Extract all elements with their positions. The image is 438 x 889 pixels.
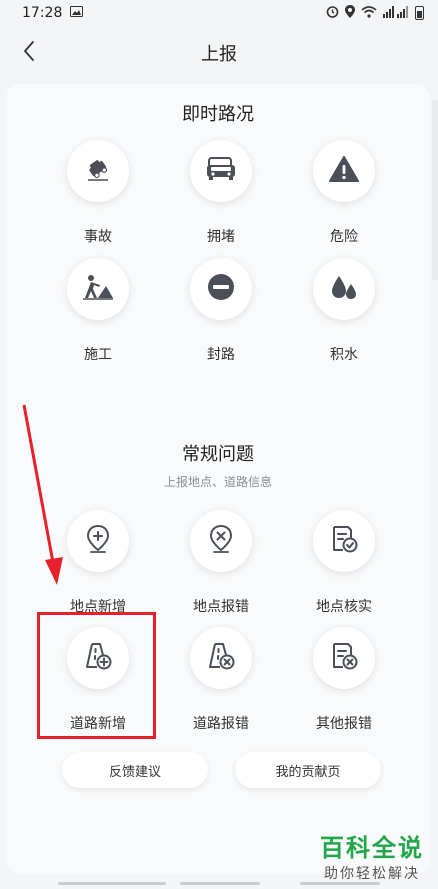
location-icon — [345, 5, 355, 21]
road-error-label: 道路报错 — [193, 716, 249, 732]
location-error-icon — [208, 524, 234, 558]
chevron-left-icon — [22, 40, 36, 66]
header: 上报 — [0, 26, 438, 80]
add-location-circle — [67, 510, 129, 572]
status-bar: 17:28 — [0, 0, 438, 26]
report-road-closed-button[interactable]: 封路 — [161, 258, 281, 364]
verify-location-button[interactable]: 地点核实 — [284, 510, 404, 616]
add-location-button[interactable]: 地点新增 — [38, 510, 158, 616]
danger-label: 危险 — [330, 229, 358, 245]
road-closed-circle — [190, 258, 252, 320]
accident-circle — [67, 140, 129, 202]
common-section-subtitle: 上报地点、道路信息 — [163, 475, 272, 489]
construction-icon — [82, 274, 114, 304]
watermark-subtitle: 助你轻松解决 — [324, 866, 420, 882]
my-contributions-button[interactable]: 我的贡献页 — [235, 752, 381, 788]
report-traffic-jam-button[interactable]: 拥堵 — [161, 140, 281, 246]
common-section-title: 常规问题 — [182, 444, 254, 465]
nav-bar-left[interactable] — [58, 882, 166, 885]
report-accident-button[interactable]: 事故 — [38, 140, 158, 246]
watermark-title: 百科全说 — [320, 834, 424, 862]
alarm-icon — [326, 5, 339, 21]
report-construction-button[interactable]: 施工 — [38, 258, 158, 364]
report-danger-button[interactable]: 危险 — [284, 140, 404, 246]
watermark: 百科全说 助你轻松解决 — [320, 828, 424, 883]
report-card: 即时路况 事故 拥堵 危险 施工 封路 积水 常规问题 上报地点、道路信息 地点… — [6, 84, 430, 874]
traffic-section-title: 即时路况 — [182, 104, 254, 125]
other-error-circle — [313, 627, 375, 689]
road-error-button[interactable]: 道路报错 — [161, 627, 281, 733]
other-error-button[interactable]: 其他报错 — [284, 627, 404, 733]
feedback-button[interactable]: 反馈建议 — [62, 752, 208, 788]
report-water-button[interactable]: 积水 — [284, 258, 404, 364]
traffic-jam-icon — [206, 156, 236, 186]
accident-icon — [84, 155, 112, 187]
other-error-icon — [329, 641, 359, 675]
construction-label: 施工 — [84, 347, 112, 363]
traffic-jam-circle — [190, 140, 252, 202]
location-error-circle — [190, 510, 252, 572]
road-error-icon — [206, 641, 236, 675]
verify-location-circle — [313, 510, 375, 572]
add-location-icon — [85, 524, 111, 558]
page-title: 上报 — [201, 44, 237, 65]
road-error-circle — [190, 627, 252, 689]
signal-icon — [383, 5, 409, 21]
back-button[interactable] — [14, 38, 44, 68]
battery-icon — [415, 6, 424, 20]
traffic-jam-label: 拥堵 — [207, 229, 235, 245]
accident-label: 事故 — [84, 229, 112, 245]
wifi-icon — [361, 5, 377, 21]
nav-bar-center[interactable] — [180, 882, 260, 885]
water-circle — [313, 258, 375, 320]
danger-icon — [329, 156, 359, 186]
verify-document-icon — [329, 524, 359, 558]
other-error-label: 其他报错 — [316, 716, 372, 732]
image-icon — [70, 5, 84, 21]
road-closed-label: 封路 — [207, 347, 235, 363]
location-error-button[interactable]: 地点报错 — [161, 510, 281, 616]
nav-bar-right[interactable] — [300, 882, 380, 885]
scrollbar[interactable] — [432, 100, 438, 280]
danger-circle — [313, 140, 375, 202]
construction-circle — [67, 258, 129, 320]
water-label: 积水 — [330, 347, 358, 363]
location-error-label: 地点报错 — [193, 599, 249, 615]
status-time: 17:28 — [22, 5, 63, 21]
road-closed-icon — [207, 273, 235, 305]
verify-location-label: 地点核实 — [316, 599, 372, 615]
highlight-box — [37, 612, 156, 739]
water-icon — [329, 273, 359, 305]
